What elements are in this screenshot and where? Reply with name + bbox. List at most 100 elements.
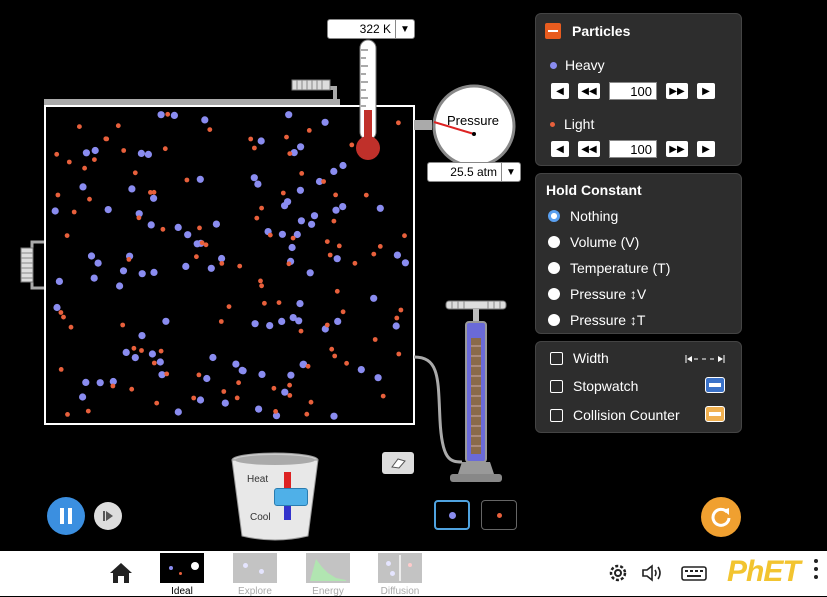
light-particle xyxy=(336,243,342,249)
fast-back-icon[interactable]: ◀◀ xyxy=(578,83,600,99)
reset-all-button[interactable] xyxy=(701,497,741,537)
light-particle xyxy=(287,393,293,398)
light-particle xyxy=(236,380,242,386)
chevron-down-icon[interactable]: ▼ xyxy=(501,163,520,181)
pressure-readout[interactable]: 25.5 atm ▼ xyxy=(427,162,521,182)
collision-counter-label: Collision Counter xyxy=(573,407,680,423)
heavy-particle xyxy=(162,317,170,325)
heavy-particle xyxy=(266,322,274,330)
light-species-selector[interactable] xyxy=(481,500,517,530)
more-options-icon[interactable] xyxy=(814,559,820,579)
light-particle xyxy=(267,232,273,238)
heavy-particle xyxy=(357,366,365,374)
light-particle xyxy=(61,314,66,320)
light-particle xyxy=(344,360,349,366)
lid-handle[interactable] xyxy=(291,79,331,91)
stopwatch-checkbox[interactable]: Stopwatch xyxy=(550,378,638,394)
heavy-particle xyxy=(148,350,156,358)
hold-option-temperature[interactable]: Temperature (T) xyxy=(548,260,670,276)
radio-icon xyxy=(548,236,560,248)
hold-option-label: Volume (V) xyxy=(570,234,640,250)
heavy-particle xyxy=(87,252,96,260)
fast-forward-icon[interactable]: ▶▶ xyxy=(666,83,688,99)
screen-label-explore: Explore xyxy=(238,586,272,597)
screen-tab-explore[interactable]: Explore xyxy=(232,553,278,597)
bicycle-pump[interactable] xyxy=(440,298,510,488)
heavy-particle xyxy=(144,150,152,158)
heavy-particle xyxy=(310,212,319,220)
heavy-particle xyxy=(96,379,104,387)
keyboard-icon[interactable] xyxy=(681,564,707,582)
width-checkbox[interactable]: Width xyxy=(550,350,609,366)
heavy-particle xyxy=(147,221,155,229)
screen-tab-energy[interactable]: Energy xyxy=(305,553,351,597)
heavy-particle-icon xyxy=(550,61,557,69)
heat-cool-slider-thumb[interactable] xyxy=(274,488,308,506)
explore-thumbnail xyxy=(233,553,277,583)
sound-icon[interactable] xyxy=(641,563,665,583)
container-lid[interactable] xyxy=(44,99,340,105)
heavy-particle xyxy=(333,255,341,263)
home-icon[interactable] xyxy=(109,562,133,584)
chevron-down-icon[interactable]: ▼ xyxy=(395,20,414,38)
light-particle xyxy=(237,263,243,269)
light-particle xyxy=(65,412,70,417)
light-count-field[interactable]: 100 xyxy=(609,140,657,158)
collision-counter-checkbox[interactable]: Collision Counter xyxy=(550,407,680,423)
screen-tab-diffusion[interactable]: Diffusion xyxy=(377,553,423,597)
hold-option-nothing[interactable]: Nothing xyxy=(548,208,618,224)
heavy-particle xyxy=(285,111,293,119)
hold-option-volume[interactable]: Volume (V) xyxy=(548,234,639,250)
step-forward-icon[interactable]: ▶ xyxy=(697,83,715,99)
heavy-particle xyxy=(104,206,112,214)
radio-icon xyxy=(548,288,560,300)
light-particle xyxy=(160,226,166,232)
settings-icon[interactable] xyxy=(607,562,629,584)
heavy-particle xyxy=(374,374,382,382)
heavy-particle xyxy=(82,149,90,157)
width-handle[interactable] xyxy=(20,240,44,290)
pressure-label: Pressure xyxy=(446,113,500,128)
step-back-icon[interactable]: ◀ xyxy=(551,141,569,157)
step-icon xyxy=(103,511,113,521)
heavy-particle xyxy=(392,322,400,330)
step-back-icon[interactable]: ◀ xyxy=(551,83,569,99)
heavy-count-field[interactable]: 100 xyxy=(609,82,657,100)
eraser-button[interactable] xyxy=(382,452,414,474)
heavy-particle xyxy=(284,198,292,206)
heavy-species-selector[interactable] xyxy=(434,500,470,530)
heavy-particle xyxy=(212,220,220,228)
heavy-particle xyxy=(306,269,314,277)
light-particle xyxy=(66,159,72,165)
light-particle xyxy=(284,134,289,140)
light-particle xyxy=(280,190,286,196)
light-particle xyxy=(221,389,227,394)
light-particle xyxy=(191,395,197,401)
temperature-readout[interactable]: 322 K ▼ xyxy=(327,19,415,39)
phet-logo[interactable]: PhET xyxy=(727,555,801,589)
screen-tab-ideal[interactable]: Ideal xyxy=(159,553,205,597)
minus-icon[interactable] xyxy=(545,23,561,39)
heavy-particle xyxy=(156,358,164,366)
light-particle xyxy=(329,346,335,352)
heavy-particle xyxy=(82,378,90,386)
pause-button[interactable] xyxy=(47,497,85,535)
heavy-particle xyxy=(157,111,165,119)
hold-option-pressure-t[interactable]: Pressure ↕T xyxy=(548,312,645,328)
heavy-particle xyxy=(116,282,124,290)
heavy-particle xyxy=(278,230,286,238)
fast-back-icon[interactable]: ◀◀ xyxy=(578,141,600,157)
heavy-particle xyxy=(170,111,178,119)
step-forward-icon[interactable]: ▶ xyxy=(697,141,715,157)
heavy-particle xyxy=(330,167,338,175)
light-particle xyxy=(151,360,157,366)
heavy-particle xyxy=(255,405,263,413)
hold-option-pressure-v[interactable]: Pressure ↕V xyxy=(548,286,646,302)
light-particle xyxy=(331,218,337,224)
fast-forward-icon[interactable]: ▶▶ xyxy=(666,141,688,157)
heavy-particle xyxy=(51,207,59,215)
heavy-particle xyxy=(393,251,401,259)
step-button[interactable] xyxy=(94,502,122,530)
light-particle xyxy=(162,146,168,152)
light-particle xyxy=(120,322,126,328)
